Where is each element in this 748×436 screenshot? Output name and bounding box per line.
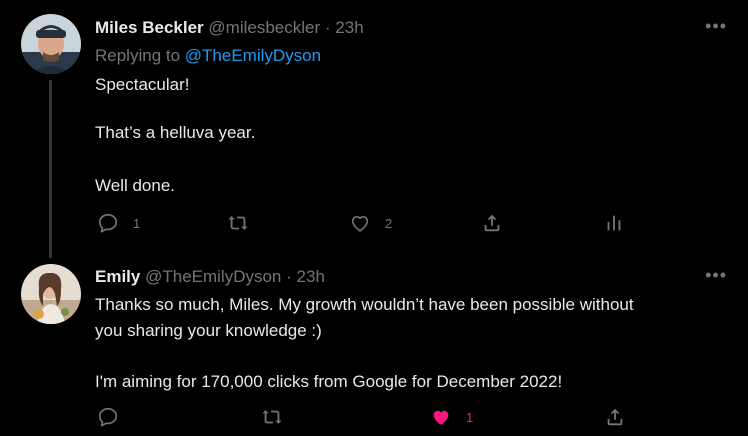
tweet-text: Spectacular!: [95, 75, 190, 94]
like-icon: [433, 410, 449, 425]
tweet-text: Well done.: [95, 176, 176, 195]
retweet-button[interactable]: [227, 212, 263, 234]
action-bar: 1 2: [95, 212, 635, 236]
more-icon[interactable]: •••: [705, 16, 727, 37]
more-icon[interactable]: •••: [705, 265, 727, 286]
tweet-text: Thanks so much, Miles. My growth wouldn’…: [95, 295, 634, 314]
tweet-miles[interactable]: Miles Beckler @milesbeckler · 23h ••• Re…: [0, 0, 748, 258]
timestamp[interactable]: 23h: [297, 267, 325, 286]
like-count: 1: [466, 409, 474, 425]
tweet-emily[interactable]: Emily @TheEmilyDyson · 23h ••• Thanks so…: [0, 258, 748, 436]
like-icon: [351, 216, 369, 232]
tweet-text: you sharing your knowledge :): [95, 321, 322, 340]
retweet-icon: [262, 410, 282, 424]
like-count: 2: [385, 215, 393, 231]
like-button[interactable]: 1: [430, 406, 473, 428]
separator-dot: ·: [286, 267, 292, 286]
thread-line: [49, 80, 52, 258]
retweet-button[interactable]: [261, 406, 297, 428]
replying-prefix: Replying to: [95, 46, 185, 65]
replying-to: Replying to @TheEmilyDyson: [95, 46, 321, 66]
display-name[interactable]: Emily: [95, 267, 140, 286]
share-icon: [484, 214, 500, 232]
avatar-miles[interactable]: [21, 14, 81, 74]
reply-button[interactable]: 1: [97, 212, 140, 234]
separator-dot: ·: [324, 18, 331, 37]
reply-icon: [98, 213, 118, 233]
display-name[interactable]: Miles Beckler: [95, 18, 204, 37]
timestamp[interactable]: 23h: [335, 18, 363, 37]
reply-icon: [98, 407, 118, 427]
tweet-text: I'm aiming for 170,000 clicks from Googl…: [95, 372, 563, 391]
analytics-button[interactable]: [603, 212, 625, 234]
avatar-emily[interactable]: [21, 264, 81, 324]
like-button[interactable]: 2: [349, 212, 392, 234]
share-button[interactable]: [481, 212, 503, 234]
reply-button[interactable]: [97, 406, 133, 428]
reply-count: 1: [133, 215, 141, 231]
share-icon: [607, 408, 623, 426]
retweet-icon: [228, 216, 248, 230]
share-button[interactable]: [604, 406, 626, 428]
tweet-header: Miles Beckler @milesbeckler · 23h: [95, 18, 364, 38]
tweet-text: That’s a helluva year.: [95, 123, 256, 142]
user-handle[interactable]: @milesbeckler: [208, 18, 320, 37]
analytics-icon: [607, 215, 621, 231]
replying-to-link[interactable]: @TheEmilyDyson: [185, 46, 321, 65]
user-handle[interactable]: @TheEmilyDyson: [145, 267, 281, 286]
action-bar: 1: [95, 406, 635, 430]
tweet-header: Emily @TheEmilyDyson · 23h: [95, 267, 325, 287]
